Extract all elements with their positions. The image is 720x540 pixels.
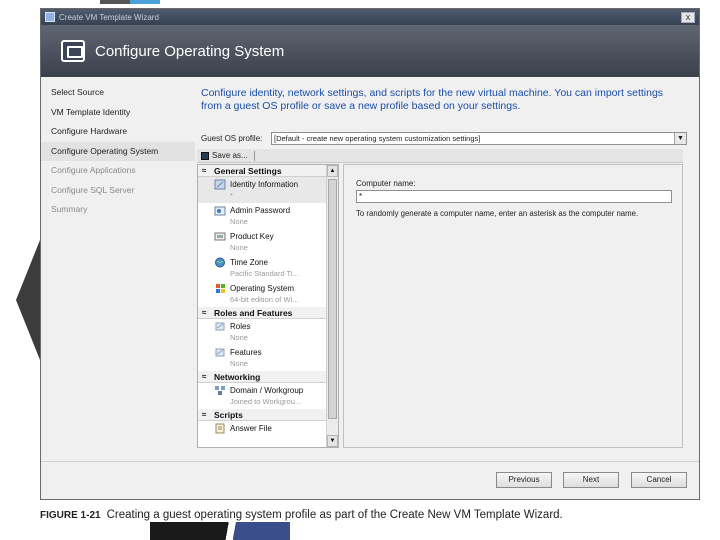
next-button[interactable]: Next [563, 472, 619, 488]
tree-item-domain-workgroup[interactable]: Domain / Workgroup Joined to Workgrou... [198, 383, 338, 409]
scroll-down-arrow-icon[interactable]: ▼ [327, 435, 338, 447]
wizard-footer: Previous Next Cancel [41, 461, 699, 499]
tree-item-product-key[interactable]: Product Key None [198, 229, 338, 255]
group-title: Networking [214, 372, 261, 382]
nav-item-vm-template-identity[interactable]: VM Template Identity [41, 103, 195, 123]
group-roles-and-features[interactable]: ≈ Roles and Features [198, 307, 338, 319]
tree-item-value: Joined to Workgrou... [230, 397, 302, 406]
guest-os-profile-value: [Default - create new operating system c… [274, 133, 481, 143]
title-bar: Create VM Template Wizard x [41, 9, 699, 25]
guest-os-profile-row: Guest OS profile: [Default - create new … [201, 131, 687, 145]
close-button[interactable]: x [681, 11, 695, 23]
nav-item-configure-operating-system[interactable]: Configure Operating System [41, 141, 195, 161]
group-general-settings[interactable]: ≈ General Settings [198, 165, 338, 177]
slide-decoration-shape [16, 240, 40, 360]
figure-caption: FIGURE 1-21 Creating a guest operating sy… [40, 509, 563, 521]
guest-os-profile-select[interactable]: [Default - create new operating system c… [271, 131, 687, 145]
collapse-icon: ≈ [202, 308, 207, 317]
computer-name-label: Computer name: [356, 179, 416, 188]
save-icon [201, 151, 209, 160]
intro-text: Configure identity, network settings, an… [201, 87, 664, 112]
guest-os-profile-label: Guest OS profile: [201, 133, 263, 143]
cancel-button[interactable]: Cancel [631, 472, 687, 488]
wizard-nav: Select Source VM Template Identity Confi… [41, 77, 195, 461]
computer-name-input[interactable]: * [356, 190, 672, 203]
group-title: General Settings [214, 166, 282, 176]
collapse-icon: ≈ [202, 372, 207, 381]
tree-item-label: Roles [230, 322, 251, 331]
previous-button[interactable]: Previous [496, 472, 552, 488]
tree-item-label: Time Zone [230, 258, 268, 267]
network-icon [215, 386, 225, 395]
features-icon [215, 348, 225, 357]
group-scripts[interactable]: ≈ Scripts [198, 409, 338, 421]
tree-item-value: None [230, 217, 248, 226]
tree-item-features[interactable]: Features None [198, 345, 338, 371]
globe-icon [215, 257, 225, 268]
slide-decoration-top [100, 0, 160, 4]
wizard-window: Create VM Template Wizard x Configure Op… [40, 8, 700, 500]
tree-item-label: Identity Information [230, 180, 299, 189]
scroll-thumb[interactable] [328, 179, 337, 419]
scroll-up-arrow-icon[interactable]: ▲ [327, 165, 338, 177]
key-icon [214, 232, 226, 241]
settings-tree: ≈ General Settings Identity Information … [197, 164, 339, 448]
tree-item-label: Features [230, 348, 262, 357]
group-title: Scripts [214, 410, 243, 420]
tree-item-label: Product Key [230, 232, 274, 241]
tree-item-label: Answer File [230, 424, 272, 433]
tree-item-value: 64-bit edition of Wi... [230, 295, 299, 304]
windows-icon [216, 284, 225, 293]
detail-pane: Computer name: * To randomly generate a … [343, 164, 683, 448]
content-pane: Configure identity, network settings, an… [195, 77, 699, 461]
nav-item-select-source[interactable]: Select Source [41, 83, 195, 103]
roles-icon [215, 322, 225, 331]
nav-item-summary: Summary [51, 204, 88, 214]
tree-item-value: * [230, 191, 233, 200]
identity-icon [214, 179, 226, 190]
page-title: Configure Operating System [95, 42, 285, 60]
os-config-icon [61, 40, 85, 62]
password-icon [214, 206, 226, 216]
answer-file-icon [215, 423, 225, 434]
group-title: Roles and Features [214, 308, 293, 318]
tree-item-label: Domain / Workgroup [230, 386, 304, 395]
tree-item-operating-system[interactable]: Operating System 64-bit edition of Wi... [198, 281, 338, 307]
nav-item-configure-sql-server: Configure SQL Server [51, 184, 135, 195]
figure-number: FIGURE 1-21 [40, 510, 101, 521]
tree-item-time-zone[interactable]: Time Zone Pacific Standard Ti... [198, 255, 338, 281]
group-networking[interactable]: ≈ Networking [198, 371, 338, 383]
tree-item-answer-file[interactable]: Answer File [198, 421, 338, 447]
tree-item-roles[interactable]: Roles None [198, 319, 338, 345]
nav-item-configure-applications: Configure Applications [51, 165, 136, 175]
settings-toolbar: Save as... [197, 149, 683, 163]
toolbar-separator [253, 150, 255, 161]
app-icon [45, 12, 55, 22]
collapse-icon: ≈ [202, 166, 207, 175]
tree-item-label: Admin Password [230, 206, 291, 215]
tree-item-value: None [230, 243, 248, 252]
tree-item-label: Operating System [230, 284, 295, 293]
tree-item-value: None [230, 359, 248, 368]
tree-scrollbar[interactable]: ▲ ▼ [326, 165, 338, 447]
tree-item-admin-password[interactable]: Admin Password None [198, 203, 338, 229]
save-as-button[interactable]: Save as... [212, 151, 248, 160]
tree-item-value: Pacific Standard Ti... [230, 269, 299, 278]
computer-name-help: To randomly generate a computer name, en… [356, 209, 639, 218]
window-title: Create VM Template Wizard [59, 12, 159, 22]
tree-item-identity-information[interactable]: Identity Information * [198, 177, 338, 203]
wizard-header: Configure Operating System [41, 25, 699, 77]
nav-item-configure-hardware[interactable]: Configure Hardware [41, 122, 195, 142]
dropdown-arrow-icon[interactable]: ▼ [674, 132, 686, 144]
slide-decoration-bottom [150, 522, 290, 540]
caption-text: Creating a guest operating system profil… [106, 509, 563, 521]
tree-item-value: None [230, 333, 248, 342]
collapse-icon: ≈ [202, 410, 207, 419]
